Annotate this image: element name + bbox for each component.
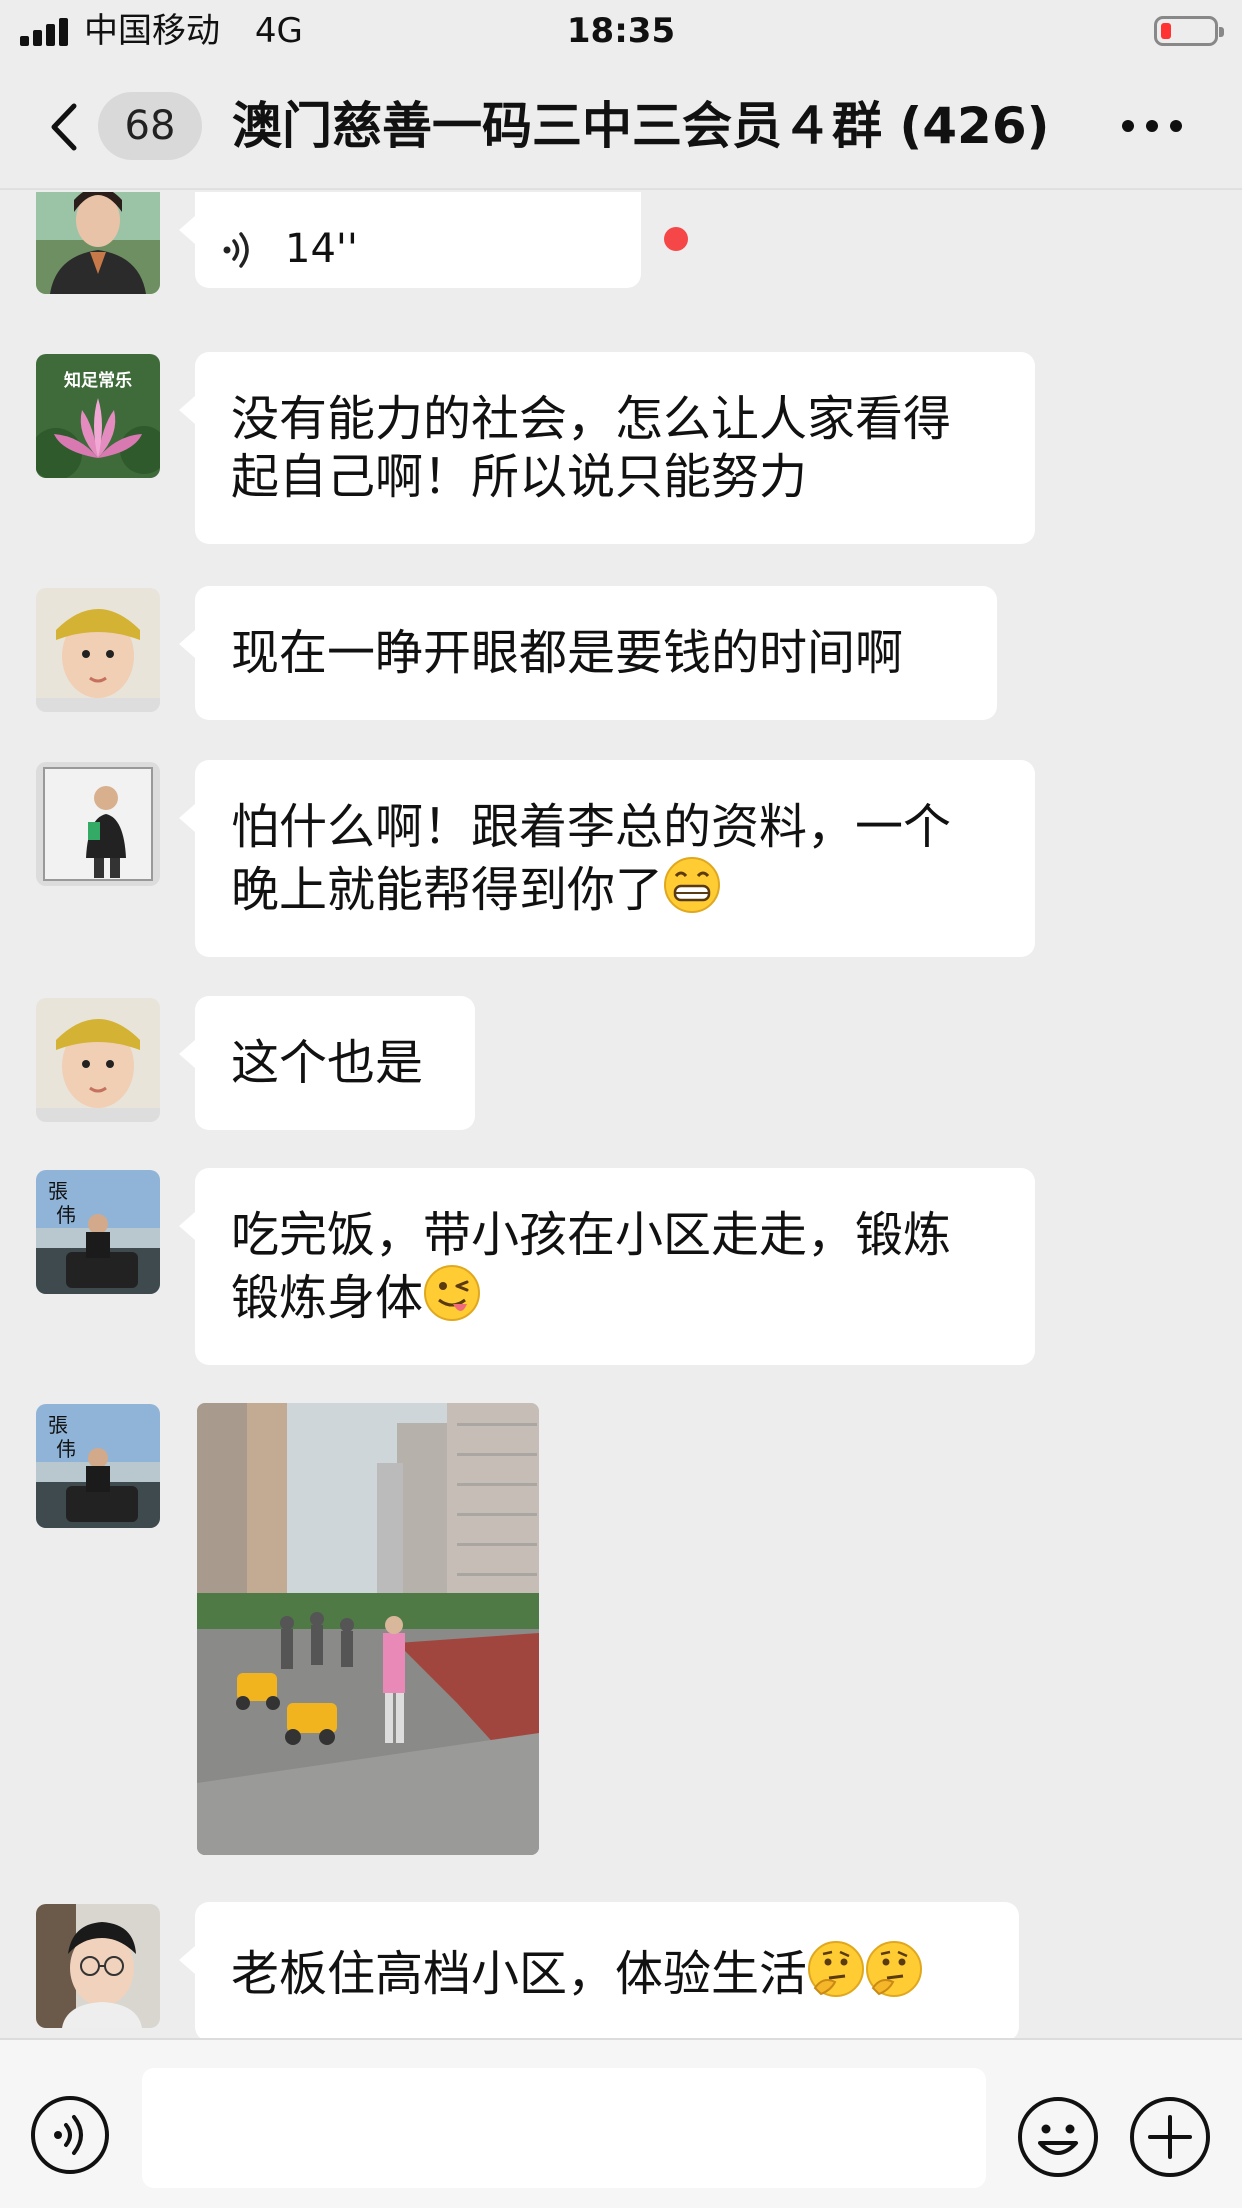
voice-wave-icon: [223, 232, 249, 268]
svg-text:伟: 伟: [56, 1437, 76, 1461]
message-text: 没有能力的社会，怎么让人家看得: [231, 391, 952, 447]
avatar[interactable]: [36, 998, 160, 1122]
voice-mode-icon[interactable]: [30, 2095, 110, 2175]
message-text-line: 晚上就能帮得到你了: [231, 862, 664, 918]
image-message[interactable]: [197, 1403, 539, 1855]
message-text-line: 锻炼身体: [231, 1270, 424, 1326]
message-bubble[interactable]: 老板住高档小区，体验生活: [179, 1902, 1019, 2038]
voice-message-bubble[interactable]: 14'': [179, 192, 641, 288]
avatar[interactable]: [36, 762, 160, 886]
message-text: 起自己啊！所以说只能努力: [231, 449, 808, 505]
avatar[interactable]: 知足常乐: [36, 354, 160, 478]
input-bar: [0, 2038, 1242, 2208]
message-text-line: 老板住高档小区，体验生活: [231, 1946, 808, 2002]
message-bubble[interactable]: 吃完饭，带小孩在小区走走，锻炼 锻炼身体: [179, 1168, 1035, 1365]
unread-voice-dot: [664, 227, 688, 251]
avatar[interactable]: [36, 588, 160, 712]
message-text: 老板住高档小区，体验生活: [231, 1940, 983, 2003]
smiley-icon[interactable]: [1016, 2095, 1100, 2179]
message-bubble[interactable]: 没有能力的社会，怎么让人家看得 起自己啊！所以说只能努力: [179, 352, 1035, 544]
winking-tongue-face-icon: [424, 1265, 481, 1321]
svg-text:張: 張: [48, 1179, 68, 1203]
message-text: 晚上就能帮得到你了: [231, 856, 999, 919]
chevron-left-icon[interactable]: [44, 102, 90, 152]
svg-text:張: 張: [48, 1413, 68, 1437]
chat-title[interactable]: 澳门慈善一码三中三会员４群 (426): [232, 92, 1049, 160]
message-list[interactable]: 14'' 知足常乐 没有能力的社会，怎么让人家看得 起自己啊！所以说只能努力 现…: [0, 192, 1242, 2038]
message-input[interactable]: [142, 2068, 986, 2188]
message-text: 锻炼身体: [231, 1264, 999, 1327]
avatar[interactable]: 張 伟: [36, 1170, 160, 1294]
message-text: 现在一睁开眼都是要钱的时间啊: [231, 625, 904, 681]
plus-circle-icon[interactable]: [1128, 2095, 1212, 2179]
avatar[interactable]: 張 伟: [36, 1404, 160, 1528]
unread-count-badge[interactable]: 68: [98, 92, 202, 160]
battery-icon: [1154, 16, 1224, 46]
thinking-face-icon: [866, 1941, 923, 1997]
message-bubble[interactable]: 怕什么啊！跟着李总的资料，一个 晚上就能帮得到你了: [179, 760, 1035, 957]
status-bar: 中国移动 4G 18:35: [0, 0, 1242, 62]
voice-duration: 14'': [285, 226, 358, 272]
message-bubble[interactable]: 这个也是: [179, 996, 475, 1130]
status-time: 18:35: [566, 11, 676, 51]
avatar[interactable]: [36, 1904, 160, 2028]
avatar-caption: 知足常乐: [64, 371, 132, 391]
message-bubble[interactable]: 现在一睁开眼都是要钱的时间啊: [179, 586, 997, 720]
chat-header: 68 澳门慈善一码三中三会员４群 (426): [0, 62, 1242, 190]
grinning-face-icon: [664, 857, 721, 913]
ellipsis-icon[interactable]: [1122, 118, 1182, 134]
svg-text:伟: 伟: [56, 1203, 76, 1227]
message-text: 怕什么啊！跟着李总的资料，一个: [231, 799, 952, 855]
thinking-face-icon: [808, 1941, 865, 1997]
message-text: 吃完饭，带小孩在小区走走，锻炼: [231, 1207, 952, 1263]
avatar[interactable]: [36, 192, 160, 294]
message-text: 这个也是: [231, 1035, 424, 1091]
